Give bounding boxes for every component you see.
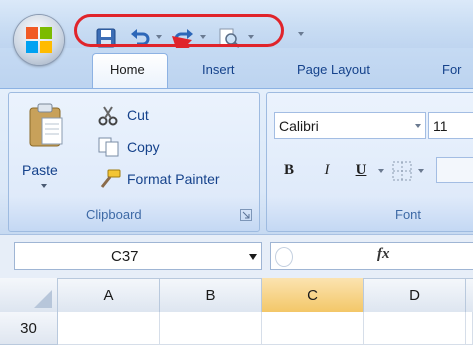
format-painter-icon — [100, 169, 121, 188]
font-size-value: 11 — [433, 118, 448, 134]
clipboard-group-label: Clipboard — [86, 207, 142, 222]
paste-button[interactable]: Paste — [14, 100, 76, 200]
font-size-combobox[interactable]: 11 — [428, 112, 473, 139]
formula-bar-resize-icon[interactable] — [275, 247, 293, 267]
tab-page-layout[interactable]: Page Layout — [297, 62, 370, 77]
row-header-30[interactable]: 30 — [0, 312, 58, 345]
chevron-down-icon[interactable] — [415, 124, 421, 128]
chevron-down-icon[interactable] — [249, 254, 257, 260]
format-painter-button[interactable]: Format Painter — [127, 171, 220, 187]
cell-e30[interactable] — [466, 312, 473, 345]
paste-icon — [29, 103, 63, 147]
font-name-value: Calibri — [279, 118, 319, 134]
underline-button[interactable]: U — [348, 157, 374, 183]
customize-qat-icon[interactable] — [298, 32, 304, 36]
cell-d30[interactable] — [364, 312, 466, 345]
copy-icon — [98, 137, 119, 157]
tab-formulas[interactable]: For — [442, 62, 462, 77]
paste-label: Paste — [22, 162, 58, 178]
name-box-value: C37 — [111, 248, 139, 265]
dialog-launcher-icon[interactable] — [240, 209, 252, 221]
cell-b30[interactable] — [160, 312, 262, 345]
copy-button[interactable]: Copy — [127, 139, 160, 155]
formula-input[interactable]: fx — [270, 242, 473, 270]
column-header-c[interactable]: C — [262, 278, 364, 312]
border-icon[interactable] — [392, 161, 412, 181]
office-button-icon — [26, 27, 52, 53]
tab-home-label[interactable]: Home — [110, 62, 145, 77]
italic-button[interactable]: I — [314, 157, 340, 183]
tab-insert[interactable]: Insert — [202, 62, 235, 77]
column-header-d[interactable]: D — [364, 278, 466, 312]
column-header-a[interactable]: A — [58, 278, 160, 312]
underline-dropdown-icon[interactable] — [378, 169, 384, 173]
font-group-label: Font — [395, 207, 422, 222]
cut-button[interactable]: Cut — [127, 107, 149, 123]
cell-a30[interactable] — [58, 312, 160, 345]
column-header-b[interactable]: B — [160, 278, 262, 312]
select-all-corner[interactable] — [0, 278, 58, 312]
font-name-combobox[interactable]: Calibri — [274, 112, 426, 139]
paste-dropdown-icon[interactable] — [41, 184, 47, 188]
fx-icon[interactable]: fx — [377, 246, 390, 263]
bold-button[interactable]: B — [276, 157, 302, 183]
fill-color-button[interactable] — [436, 157, 473, 183]
office-button[interactable] — [14, 15, 64, 65]
cut-icon — [98, 106, 118, 126]
border-dropdown-icon[interactable] — [418, 169, 424, 173]
ribbon-tab-row — [0, 48, 473, 92]
select-all-triangle-icon — [34, 290, 52, 308]
cell-c30[interactable] — [262, 312, 364, 345]
name-box[interactable]: C37 — [14, 242, 262, 270]
